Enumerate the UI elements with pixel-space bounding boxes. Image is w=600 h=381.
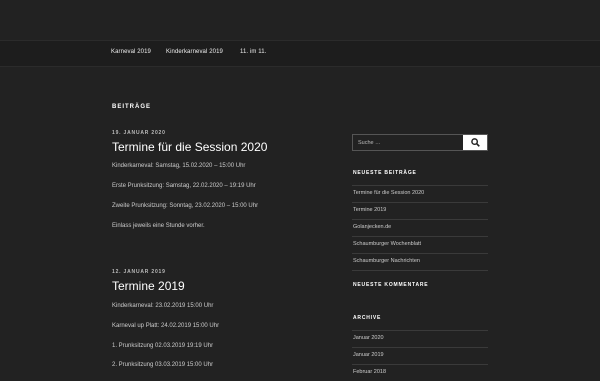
search-input[interactable] (353, 135, 468, 150)
post-text-line: Zweite Prunksitzung: Sonntag, 23.02.2020… (112, 203, 259, 209)
post-date[interactable]: 12. JANUAR 2019 (112, 269, 302, 275)
recent-comments-title: NEUESTE KOMMENTARE (353, 282, 429, 288)
list-divider (352, 270, 488, 271)
archive-link[interactable]: Januar 2020 (352, 330, 488, 347)
recent-posts-title: NEUESTE BEITRÄGE (353, 170, 417, 176)
archive-title: ARCHIVE (353, 315, 382, 321)
recent-post-link[interactable]: Schaumburger Nachrichten (352, 253, 488, 270)
archive-link[interactable]: Januar 2019 (352, 347, 488, 364)
search-icon (471, 138, 480, 147)
post-session-2020: 19. JANUAR 2020 Termine für die Session … (112, 130, 302, 229)
recent-post-link[interactable]: Termine für die Session 2020 (352, 185, 488, 202)
nav-item-11-im-11[interactable]: 11. im 11. (240, 49, 266, 55)
nav-item-kinderkarneval-2019[interactable]: Kinderkarneval 2019 (166, 49, 223, 55)
archive-link[interactable]: Februar 2018 (352, 364, 488, 381)
post-text-line: Einlass jeweils eine Stunde vorher. (112, 223, 205, 229)
post-text-line: Kinderkarneval: 23.02.2019 15:00 Uhr (112, 303, 214, 309)
post-text-line: Kinderkarneval: Samstag, 15.02.2020 – 15… (112, 163, 246, 169)
recent-post-link[interactable]: Golanjecken.de (352, 219, 488, 236)
post-termine-2019: 12. JANUAR 2019 Termine 2019 Kinderkarne… (112, 269, 302, 368)
nav-item-karneval-2019[interactable]: Karneval 2019 (111, 49, 151, 55)
search-button[interactable] (463, 135, 487, 150)
recent-post-link[interactable]: Schaumburger Wochenblatt (352, 236, 488, 253)
post-title[interactable]: Termine für die Session 2020 (112, 140, 302, 154)
archive-list: Januar 2020 Januar 2019 Februar 2018 (352, 330, 488, 381)
page-title: BEITRÄGE (112, 104, 152, 110)
post-text-line: 2. Prunksitzung 03.03.2019 15:00 Uhr (112, 362, 214, 368)
post-date[interactable]: 19. JANUAR 2020 (112, 130, 302, 136)
recent-posts-list: Termine für die Session 2020 Termine 201… (352, 185, 488, 271)
post-text-line: Erste Prunksitzung: Samstag, 22.02.2020 … (112, 183, 256, 189)
site-header (0, 0, 600, 40)
top-navigation: Karneval 2019 Kinderkarneval 2019 11. im… (0, 40, 600, 67)
recent-post-link[interactable]: Termine 2019 (352, 202, 488, 219)
post-text-line: 1. Prunksitzung 02.03.2019 19:19 Uhr (112, 343, 214, 349)
search-form (352, 134, 488, 151)
post-title[interactable]: Termine 2019 (112, 279, 302, 293)
post-text-line: Karneval up Platt: 24.02.2019 15:00 Uhr (112, 323, 220, 329)
